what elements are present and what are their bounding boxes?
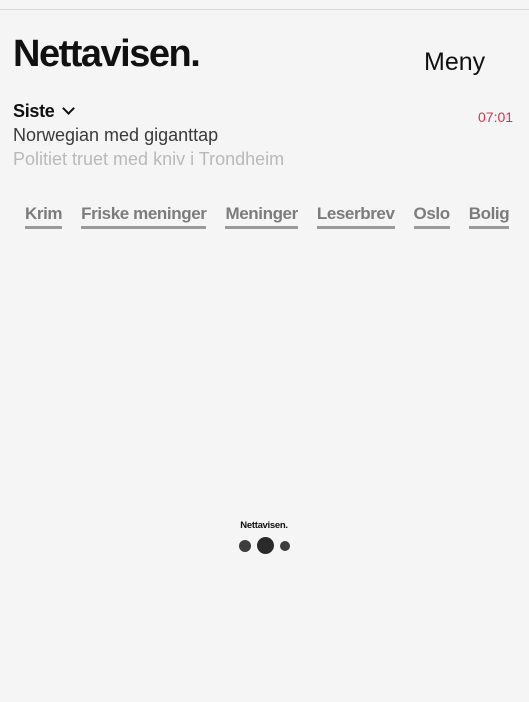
top-divider [0,9,529,10]
category-link-oslo[interactable]: Oslo [413,204,450,229]
loading-indicator: Nettavisen. [230,520,298,554]
menu-button[interactable]: Meny [424,46,485,78]
loading-dot [256,537,274,554]
category-link-friske-meninger[interactable]: Friske meninger [81,204,207,229]
latest-headline[interactable]: Norwegian med giganttap [13,124,218,146]
category-nav: Krim Friske meninger Meninger Leserbrev … [25,204,510,229]
chevron-down-icon [61,102,75,115]
loading-dot [279,540,290,551]
site-logo[interactable]: Nettavisen. [13,30,201,78]
loader-logo: Nettavisen. [240,520,288,531]
latest-dropdown[interactable]: Siste [13,101,75,122]
latest-label: Siste [13,101,55,121]
loading-dot [238,539,251,552]
latest-headline[interactable]: Politiet truet med kniv i Trondheim [13,148,284,165]
category-link-leserbrev[interactable]: Leserbrev [316,204,395,229]
latest-timestamp: 07:01 [478,109,514,125]
loading-dots [238,537,290,554]
category-link-bolig[interactable]: Bolig [468,204,510,229]
category-link-meninger[interactable]: Meninger [225,204,298,229]
category-link-krim[interactable]: Krim [25,204,63,229]
